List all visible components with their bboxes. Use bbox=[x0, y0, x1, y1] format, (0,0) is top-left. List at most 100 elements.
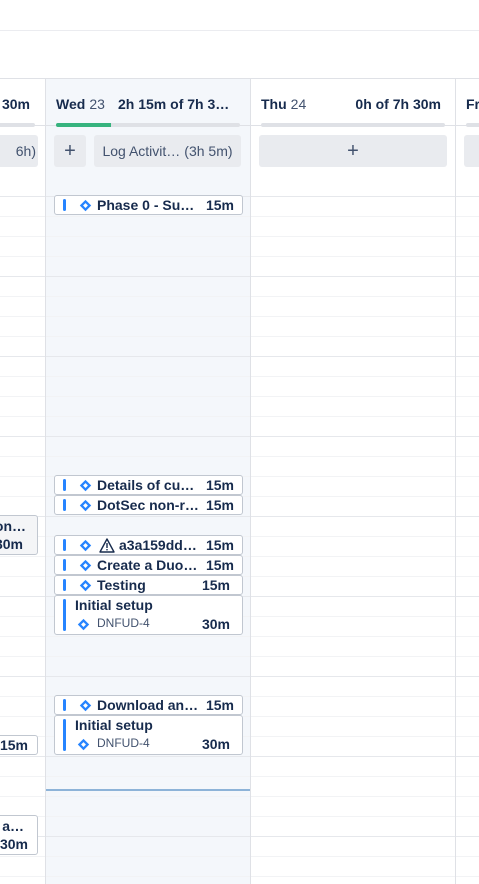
grid-line bbox=[251, 836, 455, 837]
entry-duration: 15m bbox=[205, 477, 234, 493]
worklog-entry[interactable]: Phase 0 - Su… 15m bbox=[54, 195, 243, 215]
entry-color-bar bbox=[63, 479, 66, 491]
worklog-entry[interactable]: Details of cu… 15m bbox=[54, 475, 243, 495]
grid-line bbox=[46, 776, 250, 777]
thu-day-label: Thu 24 bbox=[261, 96, 306, 112]
grid-line bbox=[46, 296, 250, 297]
grid-line bbox=[46, 516, 250, 517]
grid-line bbox=[46, 356, 250, 357]
grid-line bbox=[0, 636, 45, 637]
grid-line bbox=[46, 876, 250, 877]
grid-line bbox=[251, 396, 455, 397]
entry-issue-key: DNFUD-4 bbox=[97, 616, 150, 630]
grid-line bbox=[456, 216, 479, 217]
grid-line bbox=[251, 376, 455, 377]
grid-line bbox=[251, 596, 455, 597]
entry-color-bar bbox=[63, 539, 66, 551]
grid-line bbox=[0, 716, 45, 717]
wed-day-label: Wed 23 bbox=[56, 96, 105, 112]
grid-line bbox=[456, 416, 479, 417]
entry-color-bar bbox=[63, 719, 66, 751]
grid-line bbox=[456, 856, 479, 857]
worklog-entry[interactable]: a3a159dd… 15m bbox=[54, 535, 243, 555]
prev-day-total: 30m bbox=[1, 96, 30, 112]
entry-title: a… bbox=[2, 818, 24, 834]
prev-day-entry[interactable]: on… 30m bbox=[0, 515, 38, 555]
worklog-entry[interactable]: Testing 15m bbox=[54, 575, 243, 595]
grid-line bbox=[456, 636, 479, 637]
entry-title: a3a159dd… bbox=[119, 537, 197, 553]
worklog-entry[interactable]: DotSec non-r… 15m bbox=[54, 495, 243, 515]
prev-day-log-button[interactable]: 6h) bbox=[0, 135, 38, 167]
worklog-entry[interactable]: Initial setup DNFUD-4 30m bbox=[54, 715, 243, 755]
prev-day-entry[interactable]: a… 30m bbox=[0, 815, 38, 855]
worklog-entry[interactable]: Download an… 15m bbox=[54, 695, 243, 715]
column-wed: Wed 23 2h 15m of 7h 3… + Log Activit… (3h… bbox=[46, 78, 251, 884]
column-fri: Fr bbox=[456, 78, 479, 884]
wed-add-button[interactable]: + bbox=[54, 135, 86, 167]
grid-line bbox=[0, 676, 45, 677]
wed-total: 2h 15m of 7h 3… bbox=[118, 96, 230, 112]
grid-line bbox=[456, 316, 479, 317]
grid-line bbox=[251, 556, 455, 557]
jira-icon bbox=[77, 618, 90, 631]
grid-line bbox=[251, 816, 455, 817]
thu-add-button[interactable]: + bbox=[259, 135, 447, 167]
grid-line bbox=[251, 196, 455, 197]
grid-line bbox=[456, 736, 479, 737]
grid-line bbox=[46, 236, 250, 237]
grid-line bbox=[251, 316, 455, 317]
worklog-entry[interactable]: Create a Duo… 15m bbox=[54, 555, 243, 575]
grid-line bbox=[251, 536, 455, 537]
entry-title: Details of cu… bbox=[97, 477, 195, 493]
grid-line bbox=[46, 836, 250, 837]
grid-line bbox=[456, 596, 479, 597]
grid-line bbox=[46, 456, 250, 457]
grid-line bbox=[0, 376, 45, 377]
grid-line bbox=[0, 576, 45, 577]
grid-line bbox=[251, 276, 455, 277]
day-name: Wed bbox=[56, 96, 86, 112]
entry-color-bar bbox=[63, 699, 66, 711]
entry-duration: 15m bbox=[205, 537, 234, 553]
fri-add-button[interactable] bbox=[464, 135, 479, 167]
fri-header: Fr bbox=[456, 78, 479, 127]
entry-color-bar bbox=[63, 559, 66, 571]
grid-line bbox=[0, 356, 45, 357]
grid-line bbox=[251, 856, 455, 857]
grid-line bbox=[251, 756, 455, 757]
grid-line bbox=[456, 656, 479, 657]
grid-line bbox=[251, 356, 455, 357]
grid-line bbox=[251, 776, 455, 777]
log-activity-hours: (3h 5m) bbox=[184, 143, 233, 159]
grid-line bbox=[251, 436, 455, 437]
entry-duration: 15m bbox=[205, 197, 234, 213]
grid-line bbox=[456, 616, 479, 617]
prev-day-entry[interactable]: 15m bbox=[0, 735, 38, 755]
jira-icon bbox=[79, 559, 92, 572]
plus-icon: + bbox=[347, 140, 359, 162]
grid-line bbox=[0, 436, 45, 437]
grid-line bbox=[0, 296, 45, 297]
fri-day-label: Fr bbox=[466, 96, 479, 112]
wed-header: Wed 23 2h 15m of 7h 3… bbox=[46, 78, 250, 127]
grid-line bbox=[251, 736, 455, 737]
worklog-entry[interactable]: Initial setup DNFUD-4 30m bbox=[54, 595, 243, 635]
grid-line bbox=[46, 816, 250, 817]
log-activity-label: Log Activit… bbox=[102, 143, 181, 159]
thu-progress bbox=[261, 123, 445, 127]
wed-log-activity-button[interactable]: Log Activit… (3h 5m) bbox=[94, 135, 241, 167]
entry-duration: 15m bbox=[205, 697, 234, 713]
wed-progress bbox=[56, 123, 240, 127]
grid-line bbox=[456, 796, 479, 797]
grid-line bbox=[456, 236, 479, 237]
grid-line bbox=[0, 476, 45, 477]
grid-line bbox=[0, 256, 45, 257]
day-number: 23 bbox=[89, 96, 105, 112]
grid-line bbox=[456, 396, 479, 397]
entry-duration: 15m bbox=[0, 737, 28, 753]
grid-line bbox=[46, 656, 250, 657]
entry-title: Initial setup bbox=[75, 717, 153, 733]
grid-line bbox=[251, 236, 455, 237]
entry-duration: 30m bbox=[0, 536, 23, 552]
